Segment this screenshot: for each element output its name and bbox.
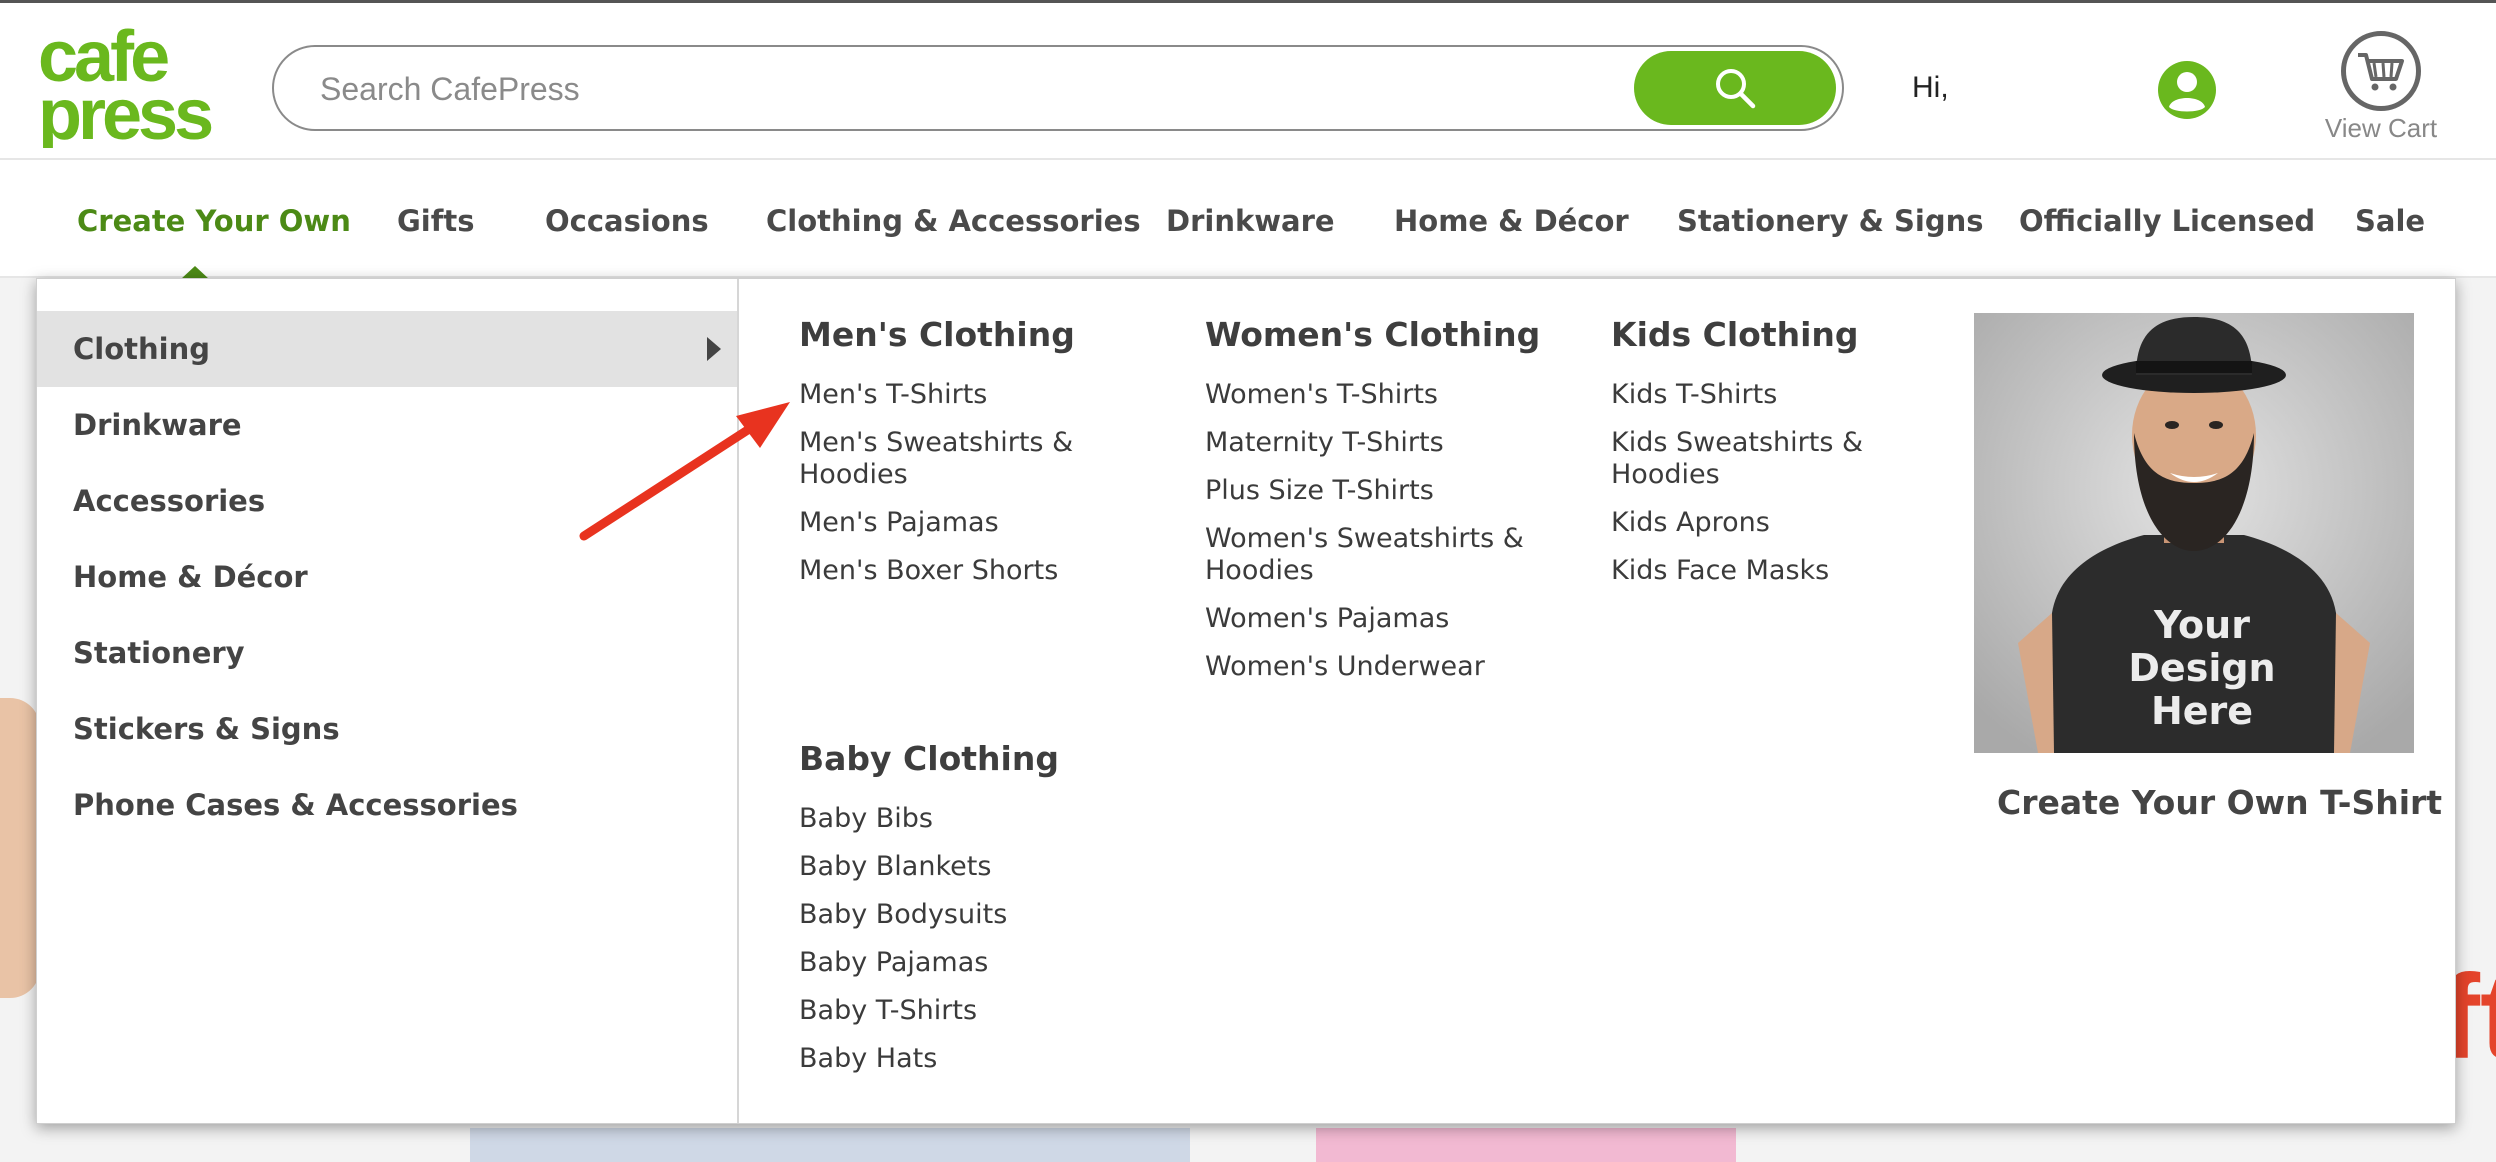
link-womens-underwear[interactable]: Women's Underwear: [1205, 651, 1525, 683]
link-kids-sweatshirts[interactable]: Kids Sweatshirts & Hoodies: [1611, 427, 1891, 491]
nav-home-decor[interactable]: Home & Décor: [1394, 204, 1629, 238]
chevron-right-icon: [707, 337, 721, 361]
shirt-text-line3: Here: [2151, 689, 2253, 733]
logo-line2: press: [38, 75, 212, 148]
category-accessories[interactable]: Accessories: [37, 463, 737, 539]
search-input[interactable]: [318, 61, 1502, 117]
nav-create-your-own[interactable]: Create Your Own: [77, 204, 351, 238]
category-label: Drinkware: [73, 408, 242, 442]
link-baby-bodysuits[interactable]: Baby Bodysuits: [799, 899, 1007, 931]
view-cart-button[interactable]: View Cart: [2322, 31, 2440, 149]
cart-icon: [2341, 31, 2421, 111]
group-title-mens: Men's Clothing: [799, 315, 1075, 354]
link-baby-bibs[interactable]: Baby Bibs: [799, 803, 933, 835]
cafepress-logo[interactable]: cafe press: [34, 17, 224, 155]
link-kids-aprons[interactable]: Kids Aprons: [1611, 507, 1891, 539]
link-womens-tshirts[interactable]: Women's T-Shirts: [1205, 379, 1525, 411]
nav-officially-licensed[interactable]: Officially Licensed: [2019, 204, 2315, 238]
greeting-text: Hi,: [1912, 71, 1949, 104]
background-image-right: [1316, 1128, 1736, 1162]
category-phone-cases[interactable]: Phone Cases & Accessories: [37, 767, 737, 843]
link-womens-pajamas[interactable]: Women's Pajamas: [1205, 603, 1525, 635]
link-maternity-tshirts[interactable]: Maternity T-Shirts: [1205, 427, 1525, 459]
nav-gifts[interactable]: Gifts: [397, 204, 474, 238]
category-list: Clothing Drinkware Accessories Home & Dé…: [37, 279, 739, 1123]
group-title-kids: Kids Clothing: [1611, 315, 1859, 354]
category-label: Phone Cases & Accessories: [73, 788, 518, 822]
link-kids-tshirts[interactable]: Kids T-Shirts: [1611, 379, 1891, 411]
category-label: Stationery: [73, 636, 245, 670]
group-title-womens: Women's Clothing: [1205, 315, 1541, 354]
link-mens-tshirts[interactable]: Men's T-Shirts: [799, 379, 1119, 411]
account-icon[interactable]: [2158, 61, 2216, 119]
nav-drinkware[interactable]: Drinkware: [1166, 204, 1335, 238]
category-label: Stickers & Signs: [73, 712, 340, 746]
shirt-text-line2: Design: [2128, 646, 2275, 690]
search-bar: [272, 45, 1844, 131]
nav-stationery-signs[interactable]: Stationery & Signs: [1677, 204, 1984, 238]
link-baby-blankets[interactable]: Baby Blankets: [799, 851, 991, 883]
category-drinkware[interactable]: Drinkware: [37, 387, 737, 463]
link-mens-boxer-shorts[interactable]: Men's Boxer Shorts: [799, 555, 1119, 587]
nav-clothing-accessories[interactable]: Clothing & Accessories: [766, 204, 1141, 238]
category-label: Home & Décor: [73, 560, 308, 594]
link-kids-face-masks[interactable]: Kids Face Masks: [1611, 555, 1891, 587]
background-image-center: [470, 1128, 1190, 1162]
category-stationery[interactable]: Stationery: [37, 615, 737, 691]
search-button[interactable]: [1634, 51, 1836, 125]
category-label: Clothing: [73, 332, 210, 366]
mega-menu: Clothing Drinkware Accessories Home & Dé…: [36, 278, 2456, 1124]
search-icon: [1716, 69, 1756, 109]
shirt-text-line1: Your: [2153, 603, 2250, 647]
category-stickers-signs[interactable]: Stickers & Signs: [37, 691, 737, 767]
group-title-baby: Baby Clothing: [799, 739, 1059, 778]
nav-occasions[interactable]: Occasions: [545, 204, 709, 238]
link-baby-tshirts[interactable]: Baby T-Shirts: [799, 995, 977, 1027]
category-label: Accessories: [73, 484, 266, 518]
category-clothing[interactable]: Clothing: [37, 311, 737, 387]
background-image-left: [0, 698, 40, 998]
main-nav: Create Your Own Gifts Occasions Clothing…: [0, 160, 2496, 279]
link-mens-sweatshirts[interactable]: Men's Sweatshirts & Hoodies: [799, 427, 1119, 491]
link-womens-sweatshirts[interactable]: Women's Sweatshirts & Hoodies: [1205, 523, 1525, 587]
link-mens-pajamas[interactable]: Men's Pajamas: [799, 507, 1119, 539]
promo-caption[interactable]: Create Your Own T-Shirt: [1997, 783, 2442, 822]
cart-label: View Cart: [2324, 113, 2438, 143]
link-baby-pajamas[interactable]: Baby Pajamas: [799, 947, 988, 979]
promo-image-bearded-man-tshirt[interactable]: Your Design Here: [1974, 313, 2414, 753]
site-header: cafe press Hi,: [0, 0, 2496, 160]
nav-sale[interactable]: Sale: [2355, 204, 2425, 238]
category-home-decor[interactable]: Home & Décor: [37, 539, 737, 615]
link-plus-size-tshirts[interactable]: Plus Size T-Shirts: [1205, 475, 1525, 507]
link-baby-hats[interactable]: Baby Hats: [799, 1043, 937, 1075]
